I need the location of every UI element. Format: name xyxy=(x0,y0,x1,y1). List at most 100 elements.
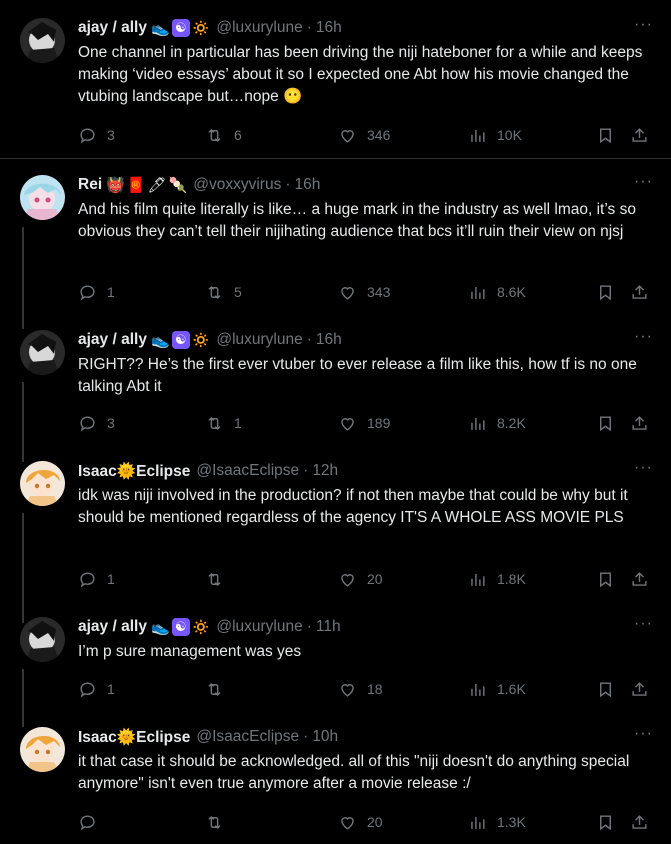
pen-icon: 🖊 xyxy=(147,177,167,194)
bookmark-icon xyxy=(600,415,611,431)
repost-button[interactable]: 5 xyxy=(205,282,242,302)
share-button[interactable] xyxy=(630,569,649,589)
author-name[interactable]: ajay / ally xyxy=(78,618,147,636)
author-name[interactable]: ajay / ally xyxy=(78,331,147,349)
avatar-ajay[interactable] xyxy=(20,330,65,375)
views-button[interactable]: 1.6K xyxy=(468,679,526,699)
bookmark-icon xyxy=(600,681,611,697)
views-icon xyxy=(471,129,485,142)
post-time[interactable]: 16h xyxy=(295,176,321,194)
post[interactable]: ajay / ally 👟 ☯ 🔅 @luxurylune · 11h ··· … xyxy=(0,616,671,727)
author-handle[interactable]: @luxurylune xyxy=(216,331,302,349)
bookmark-icon xyxy=(600,127,611,143)
bookmark-button[interactable] xyxy=(596,125,615,145)
views-button[interactable]: 8.2K xyxy=(468,413,526,433)
post-time[interactable]: 16h xyxy=(316,19,342,37)
avatar-isaac[interactable] xyxy=(20,461,65,506)
share-icon xyxy=(632,127,647,142)
author-handle[interactable]: @voxxyvirus xyxy=(193,176,281,194)
author-handle[interactable]: @IsaacEclipse xyxy=(196,728,299,746)
post-text: idk was niji involved in the production?… xyxy=(78,487,633,526)
repost-icon xyxy=(208,416,221,430)
repost-icon xyxy=(208,815,221,829)
bookmark-button[interactable] xyxy=(596,569,615,589)
avatar-ajay[interactable] xyxy=(20,18,65,63)
share-button[interactable] xyxy=(630,812,649,832)
more-icon[interactable]: ··· xyxy=(634,616,653,632)
bookmark-button[interactable] xyxy=(596,679,615,699)
bookmark-button[interactable] xyxy=(596,282,615,302)
more-icon[interactable]: ··· xyxy=(634,726,653,742)
repost-button[interactable]: 6 xyxy=(205,125,242,145)
post[interactable]: Rei 👹 🧧 🖊 🍡 @voxxyvirus · 16h ··· And hi… xyxy=(0,174,671,329)
more-icon[interactable]: ··· xyxy=(634,329,653,345)
repost-icon xyxy=(208,572,221,586)
action-bar: 3 6 346 10K xyxy=(78,125,647,145)
share-button[interactable] xyxy=(630,125,649,145)
bookmark-button[interactable] xyxy=(596,812,615,832)
post-time[interactable]: 11h xyxy=(316,618,341,636)
author-name[interactable]: Isaac🌞Eclipse xyxy=(78,728,190,747)
post-text: One channel in particular has been drivi… xyxy=(78,44,647,105)
repost-button[interactable] xyxy=(205,812,234,832)
author-handle[interactable]: @luxurylune xyxy=(216,19,302,37)
views-button[interactable]: 10K xyxy=(468,125,522,145)
more-icon[interactable]: ··· xyxy=(634,17,653,33)
yin-yang-icon: ☯ xyxy=(171,19,190,37)
name-emojis: 👹 🧧 🖊 🍡 xyxy=(106,176,187,194)
like-button[interactable]: 18 xyxy=(338,679,383,699)
more-icon[interactable]: ··· xyxy=(634,174,653,190)
avatar-ajay[interactable] xyxy=(20,617,65,662)
reply-button[interactable]: 3 xyxy=(78,125,115,145)
red-envelope-icon: 🧧 xyxy=(126,177,146,194)
post-time[interactable]: 16h xyxy=(316,331,342,349)
reply-button[interactable]: 3 xyxy=(78,413,115,433)
post[interactable]: Isaac🌞Eclipse @IsaacEclipse · 12h ··· id… xyxy=(0,460,671,623)
sun-icon: 🔅 xyxy=(191,619,211,636)
author-name[interactable]: ajay / ally xyxy=(78,19,147,37)
reply-button[interactable] xyxy=(78,812,107,832)
like-button[interactable]: 189 xyxy=(338,413,390,433)
post-time[interactable]: 10h xyxy=(312,728,338,746)
action-bar: 1 5 343 8.6K xyxy=(78,282,647,302)
author-handle[interactable]: @luxurylune xyxy=(216,618,302,636)
views-icon xyxy=(471,573,485,586)
post[interactable]: ajay / ally 👟 ☯ 🔅 @luxurylune · 16h ··· … xyxy=(0,17,671,158)
post[interactable]: ajay / ally 👟 ☯ 🔅 @luxurylune · 16h ··· … xyxy=(0,329,671,462)
like-button[interactable]: 346 xyxy=(338,125,390,145)
thread-line xyxy=(22,669,24,727)
action-bar: 20 1.3K xyxy=(78,812,647,832)
repost-button[interactable] xyxy=(205,569,234,589)
author-name[interactable]: Rei xyxy=(78,176,102,194)
author-name[interactable]: Isaac🌞Eclipse xyxy=(78,462,190,481)
post[interactable]: Isaac🌞Eclipse @IsaacEclipse · 10h ··· it… xyxy=(0,726,671,837)
views-button[interactable]: 1.8K xyxy=(468,569,526,589)
reply-button[interactable]: 1 xyxy=(78,569,115,589)
post-time[interactable]: 12h xyxy=(312,462,338,480)
sun-face-icon: 🌞 xyxy=(116,728,137,746)
share-button[interactable] xyxy=(630,679,649,699)
share-button[interactable] xyxy=(630,413,649,433)
repost-icon xyxy=(208,128,221,142)
author-handle[interactable]: @IsaacEclipse xyxy=(196,462,299,480)
more-icon[interactable]: ··· xyxy=(634,460,653,476)
repost-icon xyxy=(208,285,221,299)
like-button[interactable]: 20 xyxy=(338,812,383,832)
action-bar: 1 18 1.6K xyxy=(78,679,647,699)
bookmark-button[interactable] xyxy=(596,413,615,433)
reply-icon xyxy=(80,127,95,144)
avatar-rei[interactable] xyxy=(20,175,65,220)
avatar-isaac[interactable] xyxy=(20,727,65,772)
reply-button[interactable]: 1 xyxy=(78,679,115,699)
repost-button[interactable]: 1 xyxy=(205,413,242,433)
reply-button[interactable]: 1 xyxy=(78,282,115,302)
like-button[interactable]: 20 xyxy=(338,569,383,589)
sneaker-icon: 👟 xyxy=(150,20,170,37)
views-button[interactable]: 1.3K xyxy=(468,812,526,832)
like-button[interactable]: 343 xyxy=(338,282,390,302)
share-button[interactable] xyxy=(630,282,649,302)
repost-button[interactable] xyxy=(205,679,234,699)
views-icon xyxy=(471,286,485,299)
post-text: it that case it should be acknowledged. … xyxy=(78,753,634,792)
views-button[interactable]: 8.6K xyxy=(468,282,526,302)
